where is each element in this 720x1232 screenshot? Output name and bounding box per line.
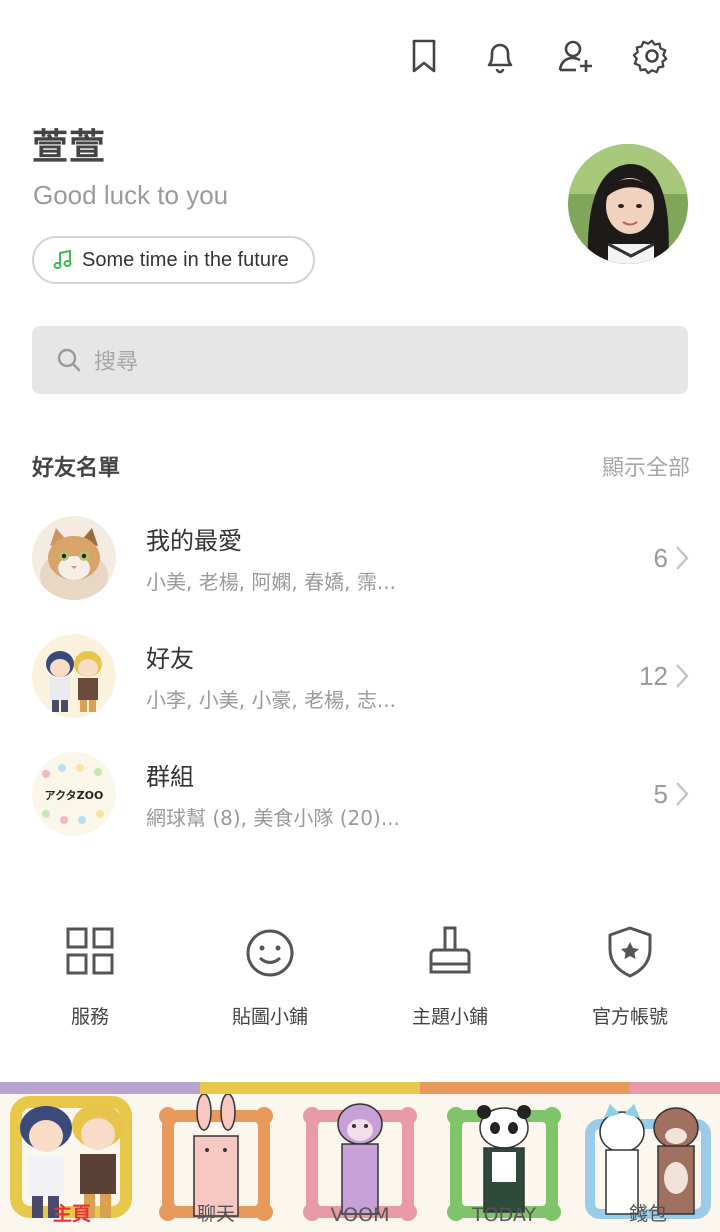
shortcut-bar: 服務 貼圖小鋪 主題小鋪 官方帳號 [0, 920, 720, 1029]
friend-group-favorites[interactable]: 我的最愛 小美, 老楊, 阿嫻, 春嬌, 霈... 6 [32, 508, 690, 608]
brush-icon [429, 926, 471, 974]
music-note-icon [53, 249, 72, 269]
bell-icon[interactable] [462, 30, 538, 82]
services-shortcut[interactable]: 服務 [0, 920, 180, 1029]
group-count: 12 [639, 660, 668, 691]
sticker-shop-shortcut[interactable]: 貼圖小鋪 [180, 920, 360, 1029]
friends-section-title: 好友名單 [32, 456, 121, 481]
grid-icon [66, 927, 114, 975]
cat-avatar [32, 516, 116, 600]
tab-label: 主頁 [52, 1203, 91, 1225]
group-members: 小李, 小美, 小豪, 老楊, 志... [146, 688, 396, 712]
tab-chats[interactable]: 聊天 [144, 1094, 288, 1232]
search-icon [57, 348, 81, 372]
group-logo-text: アクタZOO [45, 789, 104, 802]
gear-icon[interactable] [614, 30, 690, 82]
tab-label: VOOM [330, 1204, 390, 1226]
official-accounts-shortcut[interactable]: 官方帳號 [540, 920, 720, 1029]
anime-boys-avatar [32, 634, 116, 718]
add-friend-icon[interactable] [538, 30, 614, 82]
top-toolbar [386, 30, 690, 82]
profile-name[interactable]: 萱萱 [32, 118, 106, 170]
friend-group-friends[interactable]: 好友 小李, 小美, 小豪, 老楊, 志... 12 [32, 626, 690, 726]
chevron-right-icon [676, 546, 689, 570]
tab-color-strip [0, 1082, 720, 1094]
bottom-tab-bar: 主頁 聊天 VOOM TODAY 錢包 [0, 1082, 720, 1232]
group-count: 6 [653, 542, 668, 573]
search-input[interactable]: 搜尋 [32, 326, 688, 394]
smiley-icon [246, 929, 294, 977]
tab-today[interactable]: TODAY [432, 1094, 576, 1232]
chevron-right-icon [676, 782, 689, 806]
shortcut-label: 主題小鋪 [411, 1006, 488, 1028]
profile-status-message[interactable]: Good luck to you [33, 180, 228, 211]
tab-label: TODAY [472, 1204, 536, 1226]
group-name: 好友 [146, 645, 194, 673]
group-count: 5 [653, 778, 668, 809]
shortcut-label: 貼圖小鋪 [231, 1006, 308, 1028]
group-members: 小美, 老楊, 阿嫻, 春嬌, 霈... [146, 570, 396, 594]
bookmark-icon[interactable] [386, 30, 462, 82]
theme-shop-shortcut[interactable]: 主題小鋪 [360, 920, 540, 1029]
group-members: 網球幫 (8), 美食小隊 (20)... [146, 806, 400, 830]
show-all-link[interactable]: 顯示全部 [602, 450, 690, 482]
group-logo-avatar: アクタZOO [32, 752, 116, 836]
profile-avatar[interactable] [568, 144, 688, 264]
tab-voom[interactable]: VOOM [288, 1094, 432, 1232]
chevron-right-icon [676, 664, 689, 688]
group-name: 群組 [146, 763, 194, 791]
shortcut-label: 官方帳號 [591, 1006, 668, 1028]
tab-label: 錢包 [628, 1203, 667, 1225]
tab-label: 聊天 [196, 1203, 235, 1225]
shield-star-icon [608, 926, 652, 978]
shortcut-label: 服務 [70, 1006, 109, 1028]
search-placeholder: 搜尋 [94, 350, 139, 375]
tab-home[interactable]: 主頁 [0, 1094, 144, 1232]
friends-section-header: 好友名單 顯示全部 [32, 450, 690, 482]
profile-music-title: Some time in the future [82, 248, 289, 271]
profile-music-button[interactable]: Some time in the future [32, 236, 315, 284]
tab-wallet[interactable]: 錢包 [576, 1094, 720, 1232]
group-name: 我的最愛 [146, 527, 242, 555]
friend-group-groups[interactable]: アクタZOO 群組 網球幫 (8), 美食小隊 (20)... 5 [32, 744, 690, 844]
